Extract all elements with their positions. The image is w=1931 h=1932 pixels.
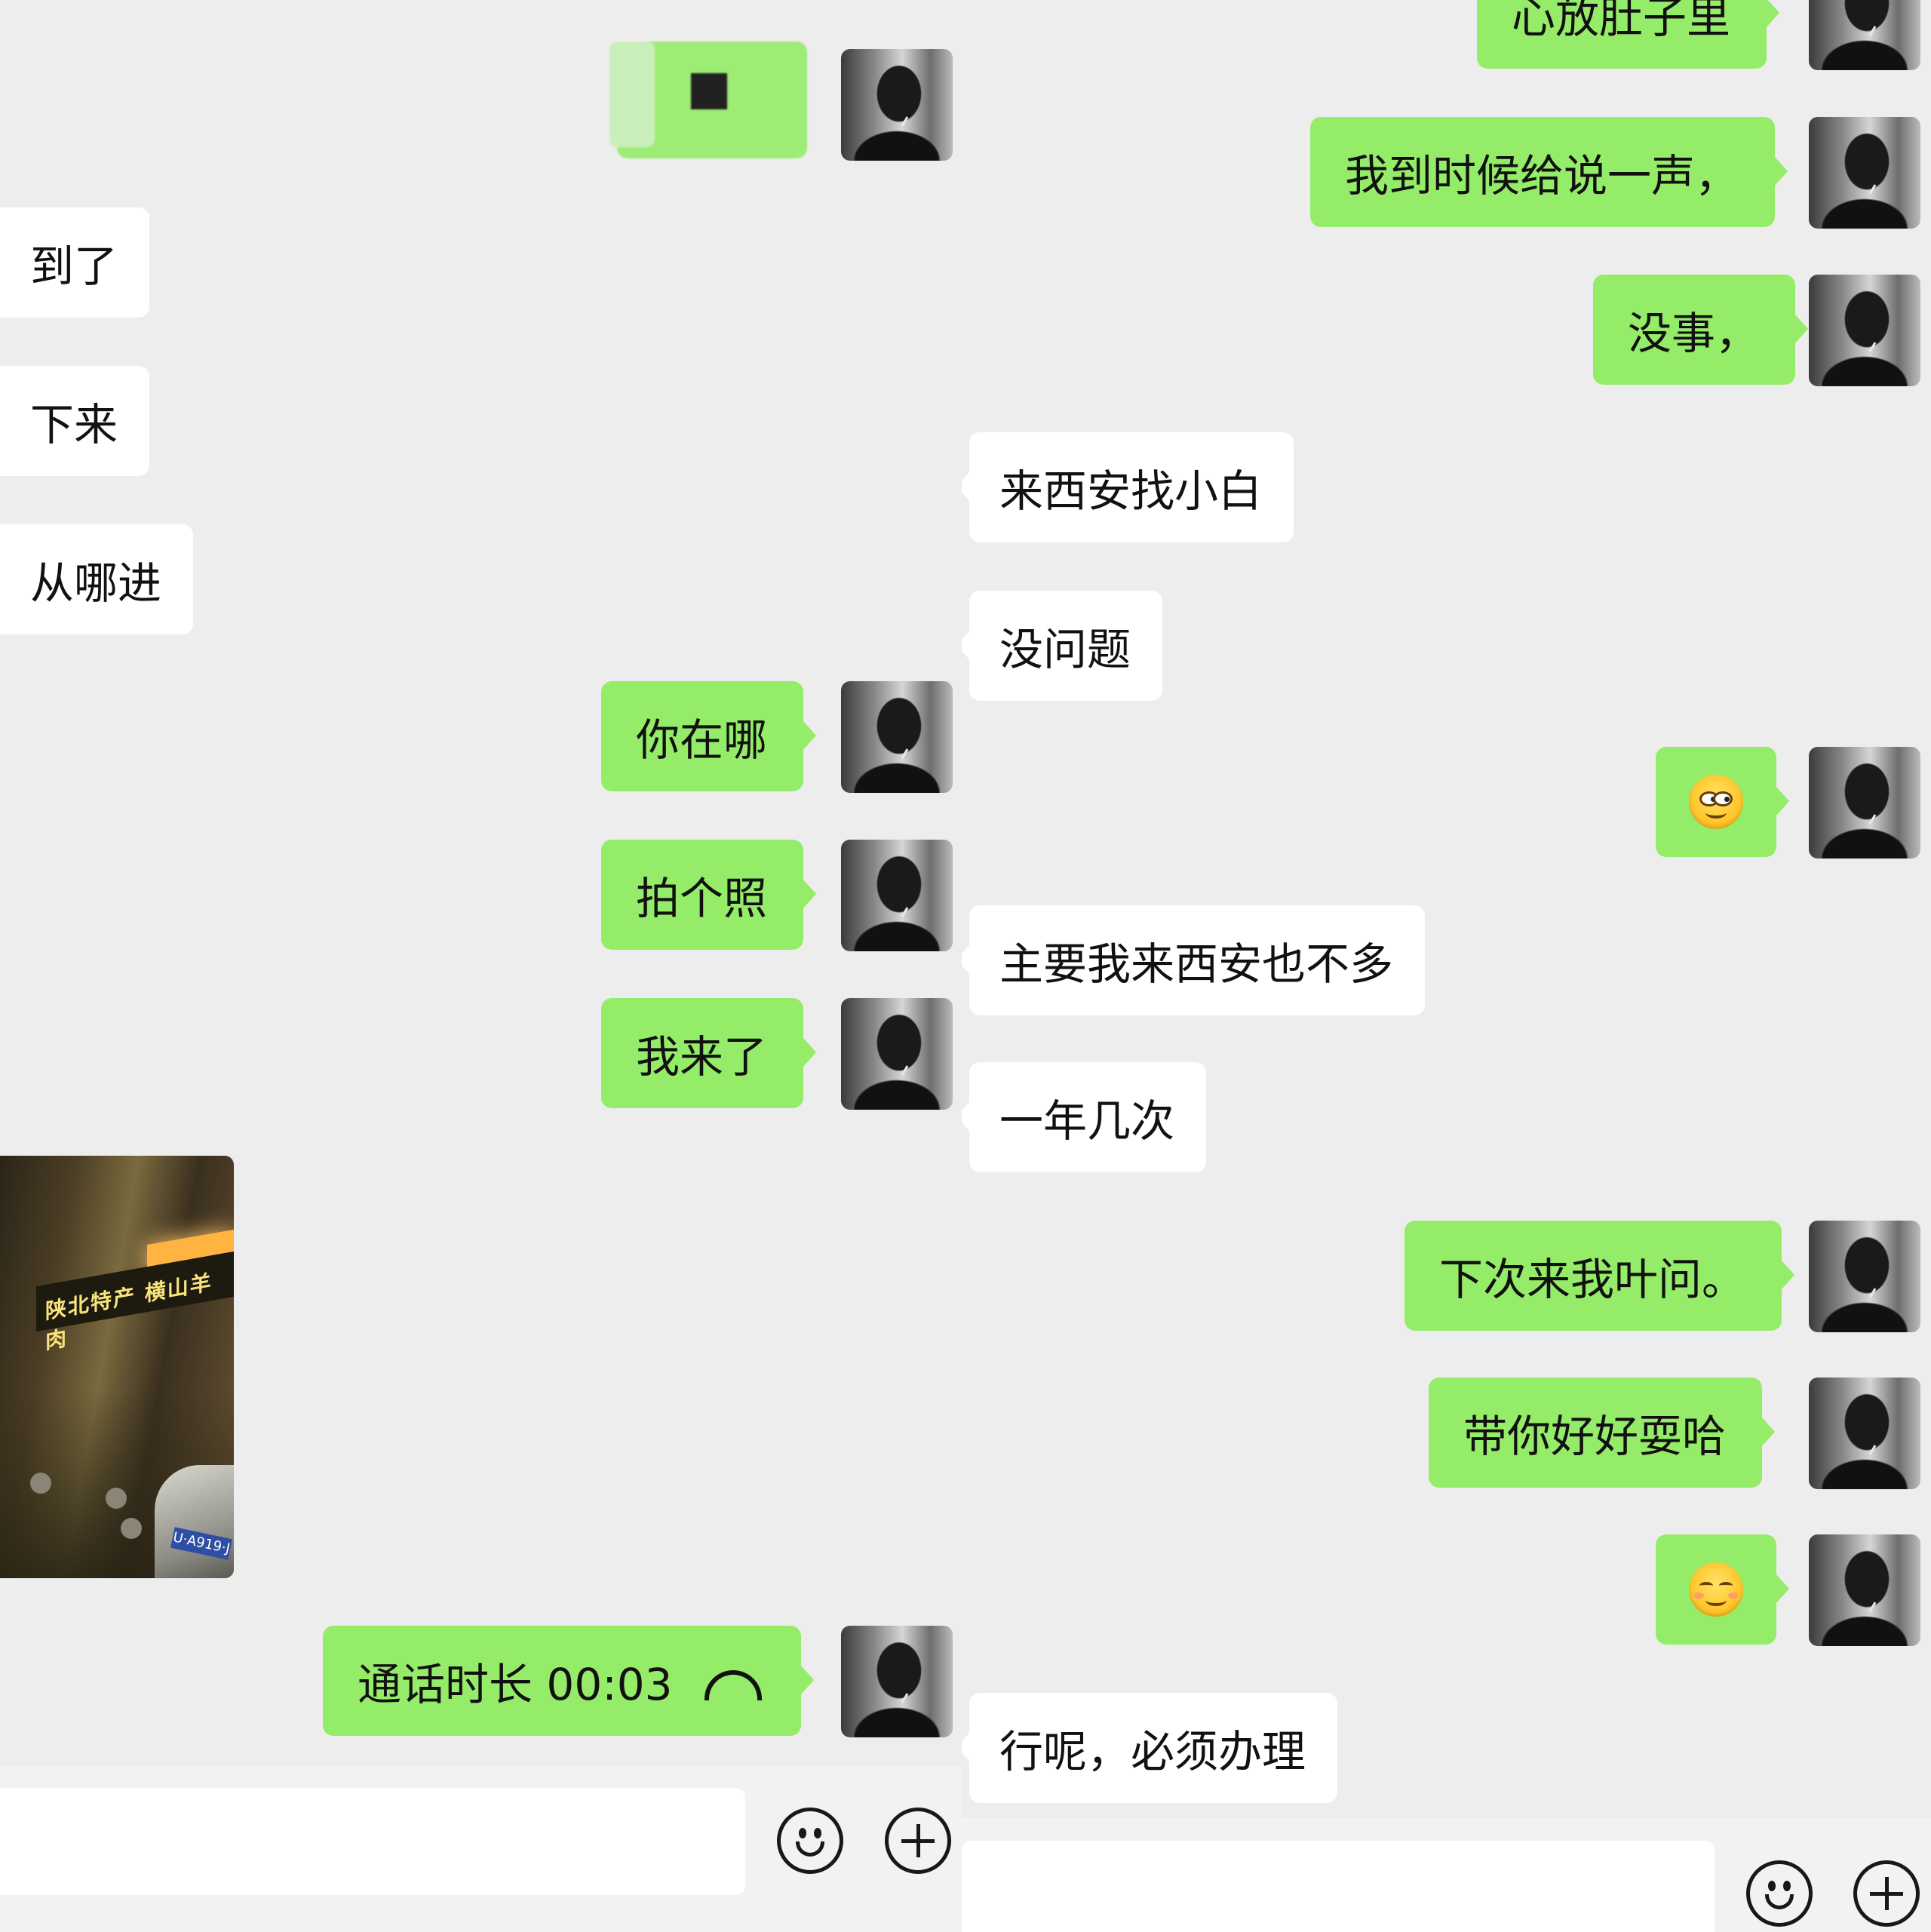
message-text: 下次来我叶问。 bbox=[1439, 1254, 1746, 1305]
photo-message[interactable]: 陕北特产 横山羊肉 U·A919·J bbox=[0, 1156, 234, 1578]
sly-smile-emoji bbox=[1689, 775, 1743, 829]
my-avatar[interactable] bbox=[841, 840, 953, 951]
car bbox=[155, 1465, 234, 1578]
message-text: 一年几次 bbox=[999, 1095, 1175, 1147]
message-text: 我来了 bbox=[636, 1031, 768, 1083]
message-bubble-sent[interactable]: 心放肚子里 bbox=[1477, 0, 1780, 69]
message-text: 行呢，必须办理 bbox=[999, 1726, 1306, 1777]
message-bubble-received[interactable]: 没问题 bbox=[962, 591, 1163, 701]
message-text: 心放肚子里 bbox=[1512, 0, 1731, 43]
message-bubble-sent[interactable]: 没事， bbox=[1593, 275, 1809, 385]
message-bubble-sent[interactable]: 我来了 bbox=[601, 998, 817, 1108]
redacted-message-bubble[interactable] bbox=[609, 41, 807, 158]
message-bubble-sent[interactable]: 带你好好耍哈 bbox=[1429, 1378, 1776, 1488]
message-text: 没事， bbox=[1628, 308, 1760, 359]
message-bubble-received[interactable]: 行呢，必须办理 bbox=[962, 1693, 1338, 1803]
message-text: 我到时候给说一声， bbox=[1345, 150, 1739, 201]
input-toolbar bbox=[962, 1818, 1931, 1932]
redaction-block bbox=[691, 73, 727, 109]
message-text: 带你好好耍哈 bbox=[1463, 1411, 1727, 1462]
message-text: 主要我来西安也不多 bbox=[999, 938, 1394, 990]
storefront-sign: 陕北特产 横山羊肉 bbox=[36, 1251, 234, 1354]
smile-icon[interactable] bbox=[777, 1808, 843, 1874]
message-bubble-sent[interactable]: 下次来我叶问。 bbox=[1405, 1221, 1795, 1331]
my-avatar[interactable] bbox=[841, 998, 953, 1110]
my-avatar[interactable] bbox=[1809, 1534, 1920, 1646]
message-bubble-received[interactable]: 主要我来西安也不多 bbox=[962, 905, 1426, 1015]
blush-smile-emoji bbox=[1689, 1562, 1743, 1617]
message-bubble-sent[interactable]: 你在哪 bbox=[601, 681, 817, 791]
my-avatar[interactable] bbox=[841, 1626, 953, 1737]
emoji-message-bubble[interactable] bbox=[1656, 1534, 1789, 1645]
my-avatar[interactable] bbox=[1809, 1221, 1920, 1332]
message-text: 拍个照 bbox=[636, 873, 768, 924]
message-bubble-received[interactable]: 一年几次 bbox=[962, 1062, 1207, 1172]
message-input[interactable] bbox=[962, 1841, 1715, 1932]
message-bubble-received[interactable]: 下来 bbox=[0, 366, 150, 476]
message-text: 下来 bbox=[30, 399, 118, 450]
my-avatar[interactable] bbox=[1809, 0, 1920, 70]
message-input[interactable] bbox=[0, 1788, 745, 1895]
message-bubble-received[interactable]: 来西安找小白 bbox=[962, 432, 1294, 542]
message-bubble-received[interactable]: 到了 bbox=[0, 207, 150, 318]
message-bubble-sent[interactable]: 我到时候给说一声， bbox=[1310, 117, 1788, 227]
message-text: 从哪进 bbox=[30, 557, 162, 609]
my-avatar[interactable] bbox=[1809, 1378, 1920, 1489]
my-avatar[interactable] bbox=[1809, 117, 1920, 229]
my-avatar[interactable] bbox=[1809, 747, 1920, 858]
my-avatar[interactable] bbox=[841, 681, 953, 793]
message-bubble-received[interactable]: 从哪进 bbox=[0, 524, 194, 634]
message-bubble-sent[interactable]: 拍个照 bbox=[601, 840, 817, 950]
input-toolbar bbox=[0, 1765, 962, 1932]
left-chat-pane: 到了 下来 从哪进 你在哪 拍个照 我来了 陕北特产 横山羊肉 U·A919·J… bbox=[0, 0, 962, 1932]
my-avatar[interactable] bbox=[841, 49, 953, 161]
plus-icon[interactable] bbox=[885, 1808, 951, 1874]
message-text: 没问题 bbox=[999, 624, 1131, 675]
emoji-message-bubble[interactable] bbox=[1656, 747, 1789, 857]
hangup-phone-icon bbox=[704, 1667, 765, 1700]
my-avatar[interactable] bbox=[1809, 275, 1920, 386]
message-text: 到了 bbox=[30, 241, 118, 292]
right-chat-pane: 心放肚子里 我到时候给说一声， 没事， 来西安找小白 没问题 主要我来西安也不多… bbox=[962, 0, 1931, 1932]
plus-icon[interactable] bbox=[1853, 1860, 1920, 1927]
call-record-bubble[interactable]: 通话时长 00:03 bbox=[323, 1626, 814, 1736]
call-duration-text: 通话时长 00:03 bbox=[358, 1659, 673, 1710]
message-text: 来西安找小白 bbox=[999, 465, 1263, 517]
message-text: 你在哪 bbox=[636, 714, 768, 766]
smile-icon[interactable] bbox=[1746, 1860, 1813, 1927]
